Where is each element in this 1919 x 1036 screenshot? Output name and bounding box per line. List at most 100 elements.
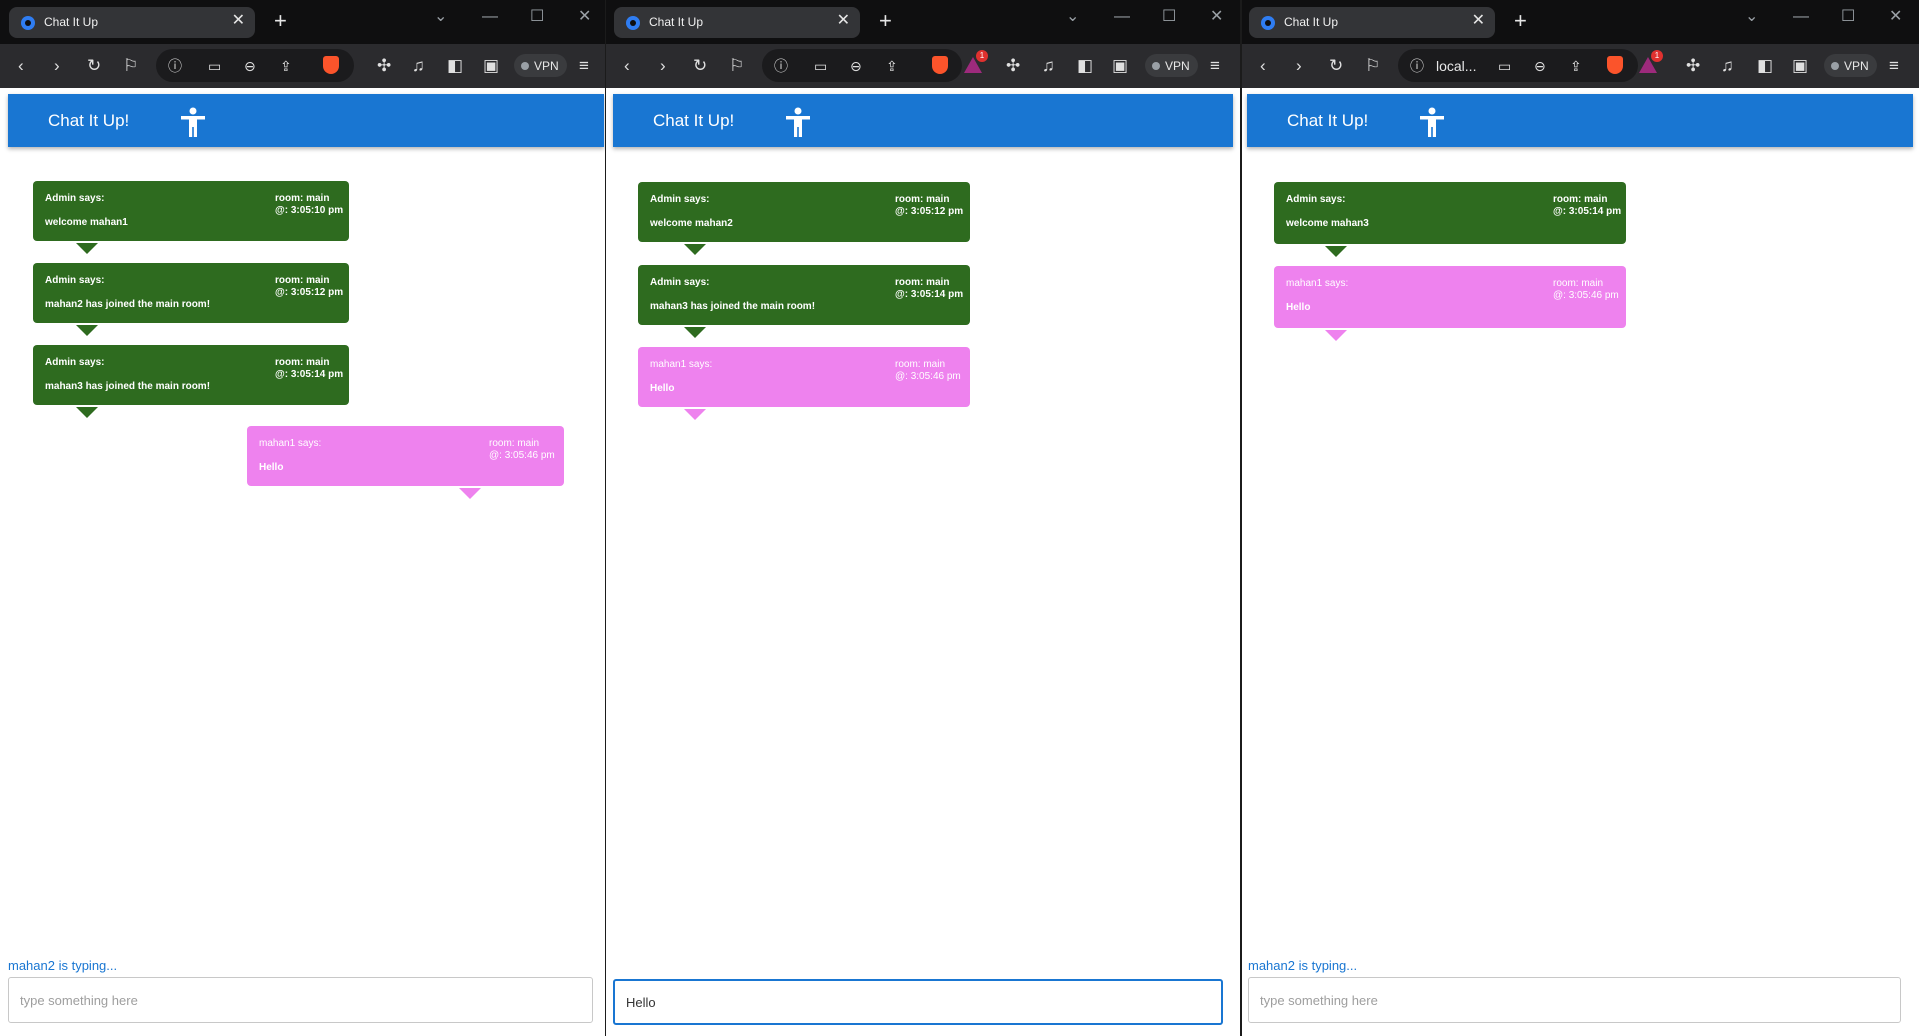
chat-message: mahan1 says: room: main @: 3:05:46 pm He… [1274,266,1626,341]
browser-tab[interactable]: Chat It Up ✕ [614,7,860,38]
media-icon[interactable]: ♫ [1042,56,1055,76]
brave-shields-icon[interactable] [932,56,948,74]
message-tail [684,244,706,255]
message-sender: Admin says: [650,277,710,288]
url-text[interactable]: local... [1436,58,1476,74]
message-room: room: main [275,357,330,368]
minimize-icon[interactable]: — [1114,8,1130,26]
wallet-icon[interactable]: ▣ [483,56,499,76]
maximize-icon[interactable]: ☐ [1841,8,1855,26]
site-info-icon[interactable]: ⓘ [1410,56,1424,76]
media-icon[interactable]: ♫ [1721,56,1734,76]
browser-tab[interactable]: Chat It Up ✕ [9,7,255,38]
brave-shields-icon[interactable] [1607,56,1623,74]
reload-icon[interactable]: ↻ [1329,56,1343,76]
tab-close-icon[interactable]: ✕ [837,12,850,30]
tab-close-icon[interactable]: ✕ [1472,12,1485,30]
maximize-icon[interactable]: ☐ [1162,8,1176,26]
message-time: @: 3:05:46 pm [489,450,555,461]
chat-page: Chat It Up! Admin says: room: main @: 3:… [1242,88,1919,1036]
tab-search-icon[interactable]: ⌄ [1066,8,1079,26]
sidebar-icon[interactable]: ◧ [1077,56,1093,76]
tab-title: Chat It Up [649,15,704,29]
wallet-icon[interactable]: ▣ [1112,56,1128,76]
menu-icon[interactable]: ≡ [1889,56,1899,76]
zoom-out-icon[interactable]: ⊖ [1534,56,1546,76]
message-text: welcome mahan3 [1286,218,1369,229]
extensions-icon[interactable]: ✣ [1006,56,1020,76]
back-icon[interactable]: ‹ [18,56,24,76]
cast-icon[interactable]: ▭ [1498,56,1511,76]
share-icon[interactable]: ⇪ [280,56,292,76]
accessibility-person-icon[interactable] [785,107,811,137]
message-input[interactable] [8,977,593,1023]
minimize-icon[interactable]: — [482,8,498,26]
message-sender: mahan1 says: [1286,278,1349,289]
cast-icon[interactable]: ▭ [208,56,221,76]
message-text: mahan3 has joined the main room! [45,381,211,392]
cast-icon[interactable]: ▭ [814,56,827,76]
typing-indicator: mahan2 is typing... [1248,958,1358,973]
forward-icon[interactable]: › [660,56,666,76]
message-room: room: main [275,193,330,204]
message-input[interactable] [1248,977,1901,1023]
new-tab-button[interactable]: + [879,10,892,32]
reload-icon[interactable]: ↻ [693,56,707,76]
bookmark-icon[interactable]: ⚐ [729,56,744,76]
message-meta: room: main @: 3:05:14 pm [275,357,343,381]
new-tab-button[interactable]: + [1514,10,1527,32]
message-tail [76,325,98,336]
back-icon[interactable]: ‹ [624,56,630,76]
back-icon[interactable]: ‹ [1260,56,1266,76]
accessibility-person-icon[interactable] [1419,107,1445,137]
message-meta: room: main @: 3:05:12 pm [895,194,963,218]
vpn-button[interactable]: VPN [1824,54,1877,77]
tab-close-icon[interactable]: ✕ [232,12,245,30]
message-text: Hello [259,462,284,473]
extensions-icon[interactable]: ✣ [1686,56,1700,76]
maximize-icon[interactable]: ☐ [530,8,544,26]
browser-window-1: Chat It Up ✕ + ⌄ — ☐ ✕ ‹ › ↻ ⚐ ⓘ ▭ ⊖ ⇪ ✣… [0,0,605,1036]
accessibility-person-icon[interactable] [180,107,206,137]
forward-icon[interactable]: › [54,56,60,76]
close-window-icon[interactable]: ✕ [1210,8,1223,26]
wallet-icon[interactable]: ▣ [1792,56,1808,76]
menu-icon[interactable]: ≡ [579,56,589,76]
share-icon[interactable]: ⇪ [886,56,898,76]
browser-window-2: Chat It Up ✕ + ⌄ — ☐ ✕ ‹ › ↻ ⚐ ⓘ ▭ ⊖ ⇪ 1… [606,0,1240,1036]
zoom-out-icon[interactable]: ⊖ [850,56,862,76]
zoom-out-icon[interactable]: ⊖ [244,56,256,76]
message-room: room: main [489,438,540,449]
sidebar-icon[interactable]: ◧ [1757,56,1773,76]
reload-icon[interactable]: ↻ [87,56,101,76]
brave-shields-icon[interactable] [323,56,339,74]
media-icon[interactable]: ♫ [412,56,425,76]
chat-favicon-icon [626,16,640,30]
message-meta: room: main @: 3:05:14 pm [895,277,963,301]
vpn-button[interactable]: VPN [514,54,567,77]
bookmark-icon[interactable]: ⚐ [1365,56,1380,76]
sidebar-icon[interactable]: ◧ [447,56,463,76]
vpn-button[interactable]: VPN [1145,54,1198,77]
message-time: @: 3:05:14 pm [275,369,344,380]
tab-title: Chat It Up [1284,15,1339,29]
address-bar[interactable]: ⓘ local... ▭ ⊖ ⇪ [1398,49,1638,82]
share-icon[interactable]: ⇪ [1570,56,1582,76]
message-room: room: main [275,275,330,286]
new-tab-button[interactable]: + [274,10,287,32]
site-info-icon[interactable]: ⓘ [774,56,788,76]
browser-tab[interactable]: Chat It Up ✕ [1249,7,1495,38]
message-input[interactable] [613,979,1223,1025]
tab-search-icon[interactable]: ⌄ [1745,8,1758,26]
menu-icon[interactable]: ≡ [1210,56,1220,76]
minimize-icon[interactable]: — [1793,8,1809,26]
site-info-icon[interactable]: ⓘ [168,56,182,76]
app-title: Chat It Up! [653,111,735,130]
extensions-icon[interactable]: ✣ [377,56,391,76]
bookmark-icon[interactable]: ⚐ [123,56,138,76]
tab-search-icon[interactable]: ⌄ [434,8,447,26]
message-time: @: 3:05:14 pm [895,289,964,300]
close-window-icon[interactable]: ✕ [1889,8,1902,26]
forward-icon[interactable]: › [1296,56,1302,76]
close-window-icon[interactable]: ✕ [578,8,591,26]
